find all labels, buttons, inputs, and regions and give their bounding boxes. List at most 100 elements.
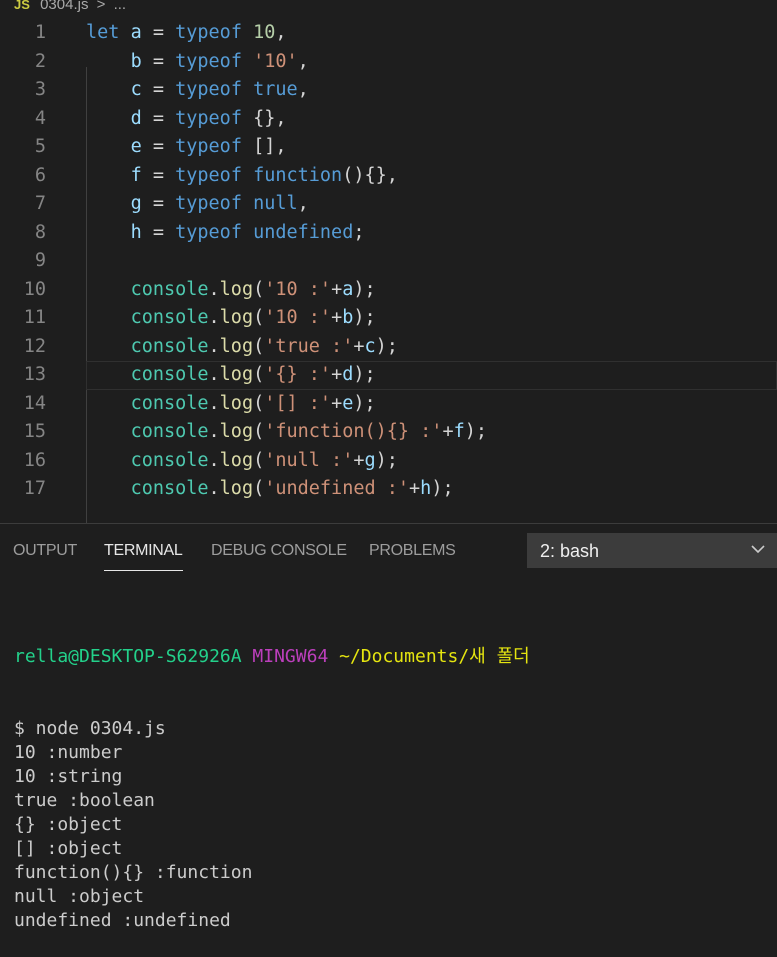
code-token: =	[141, 221, 176, 243]
code-token: typeof	[175, 50, 242, 72]
code-line[interactable]: 14 console.log('[] :'+e);	[0, 390, 777, 419]
code-token: '10 :'	[264, 278, 332, 300]
code-token: undefined	[253, 221, 354, 243]
code-token: =	[141, 136, 176, 157]
prompt-system: MINGW64	[252, 646, 329, 667]
code-line[interactable]: 5 e = typeof [],	[0, 133, 777, 162]
code-line[interactable]: 4 d = typeof {},	[0, 105, 777, 134]
tab-debug-console[interactable]: DEBUG CONSOLE	[211, 542, 347, 560]
code-text[interactable]: console.log('10 :'+b);	[86, 304, 376, 333]
code-token: +	[353, 335, 365, 357]
code-token: g	[130, 193, 142, 214]
code-line[interactable]: 15 console.log('function(){} :'+f);	[0, 418, 777, 447]
code-line[interactable]: 1 let a = typeof 10,	[0, 19, 777, 48]
terminal-output[interactable]: rella@DESKTOP-S62926A MINGW64 ~/Document…	[14, 597, 530, 957]
code-line[interactable]: 9	[0, 247, 777, 276]
code-text[interactable]: console.log('null :'+g);	[86, 447, 398, 476]
code-token: a	[130, 22, 142, 43]
code-token: =	[141, 107, 176, 129]
line-number: 6	[34, 164, 46, 186]
code-token: console	[130, 392, 209, 414]
tab-output[interactable]: OUTPUT	[13, 542, 77, 560]
terminal-line: 10 :number	[14, 742, 123, 763]
code-token: (){},	[342, 164, 398, 186]
terminal-select-dropdown[interactable]: 2: bash	[527, 533, 777, 568]
code-token: a	[342, 278, 354, 300]
code-line[interactable]: 8 h = typeof undefined;	[0, 219, 777, 248]
code-token: );	[353, 364, 376, 385]
code-text[interactable]: g = typeof null,	[86, 190, 309, 219]
code-line[interactable]: 12 console.log('true :'+c);	[0, 333, 777, 362]
code-token: ,	[297, 193, 309, 214]
terminal-line: undefined :undefined	[14, 910, 231, 931]
line-number: 3	[34, 79, 46, 100]
breadcrumb-ellipsis[interactable]: ...	[114, 0, 127, 13]
code-token: =	[141, 193, 176, 214]
code-token: log	[219, 307, 254, 328]
terminal-select-value: 2: bash	[540, 541, 600, 561]
code-token: (	[253, 421, 265, 442]
code-token: =	[141, 164, 176, 186]
line-number: 1	[34, 22, 46, 43]
code-text[interactable]: console.log('{} :'+d);	[86, 361, 376, 390]
code-line[interactable]: 7 g = typeof null,	[0, 190, 777, 219]
code-line[interactable]: 3 c = typeof true,	[0, 76, 777, 105]
code-line[interactable]: 6 f = typeof function(){},	[0, 162, 777, 191]
code-line[interactable]: 11 console.log('10 :'+b);	[0, 304, 777, 333]
code-token: 'function(){} :'	[264, 421, 443, 442]
javascript-file-icon: JS	[14, 0, 30, 12]
code-token: typeof	[175, 107, 242, 129]
code-editor[interactable]: 1 let a = typeof 10, 2 b = typeof '10', 3 c…	[0, 19, 777, 524]
tab-terminal[interactable]: TERMINAL	[104, 542, 183, 571]
chevron-down-icon	[751, 545, 765, 554]
code-token: .	[208, 364, 220, 385]
code-line[interactable]: 2 b = typeof '10',	[0, 48, 777, 77]
breadcrumb[interactable]: JS 0304.js > ...	[0, 0, 777, 16]
code-token: (	[253, 392, 265, 414]
code-token: .	[208, 278, 220, 300]
line-number: 11	[23, 307, 46, 328]
terminal-line: function(){} :function	[14, 862, 253, 883]
code-token: +	[331, 307, 343, 328]
code-text[interactable]: h = typeof undefined;	[86, 219, 365, 248]
line-number: 16	[23, 449, 46, 471]
terminal-line: [] :object	[14, 838, 123, 859]
code-text[interactable]: b = typeof '10',	[86, 48, 309, 77]
code-token: b	[342, 307, 354, 328]
code-line[interactable]: 10 console.log('10 :'+a);	[0, 276, 777, 305]
code-text[interactable]: c = typeof true,	[86, 76, 309, 105]
code-token: +	[442, 421, 454, 442]
code-token: );	[353, 392, 376, 414]
code-text[interactable]: console.log('undefined :'+h);	[86, 475, 454, 504]
panel-divider[interactable]	[0, 523, 777, 524]
code-token: b	[130, 50, 142, 72]
code-line[interactable]: 13 console.log('{} :'+d);	[24, 361, 777, 390]
code-token: typeof	[175, 22, 242, 43]
code-line[interactable]: 16 console.log('null :'+g);	[0, 447, 777, 476]
code-token: +	[331, 364, 343, 385]
prompt-user: rella@DESKTOP-S62926A	[14, 646, 242, 667]
code-text[interactable]: console.log('true :'+c);	[86, 333, 398, 362]
line-number: 12	[23, 335, 46, 357]
code-text[interactable]: f = typeof function(){},	[86, 162, 398, 191]
code-text[interactable]: d = typeof {},	[86, 105, 287, 134]
code-text[interactable]: console.log('function(){} :'+f);	[86, 418, 487, 447]
code-text[interactable]: console.log('10 :'+a);	[86, 276, 376, 305]
line-number: 10	[23, 278, 46, 300]
code-line[interactable]: 17 console.log('undefined :'+h);	[0, 475, 777, 504]
tab-problems[interactable]: PROBLEMS	[369, 542, 456, 560]
code-text[interactable]: e = typeof [],	[86, 133, 287, 162]
panel-tabs: OUTPUT TERMINAL DEBUG CONSOLE PROBLEMS	[0, 532, 520, 572]
code-text[interactable]: let a = typeof 10,	[86, 19, 287, 48]
code-token: .	[208, 421, 220, 442]
line-number: 4	[34, 107, 46, 129]
code-text[interactable]: console.log('[] :'+e);	[86, 390, 376, 419]
code-token: );	[353, 307, 376, 328]
breadcrumb-file-name[interactable]: 0304.js	[40, 0, 88, 13]
